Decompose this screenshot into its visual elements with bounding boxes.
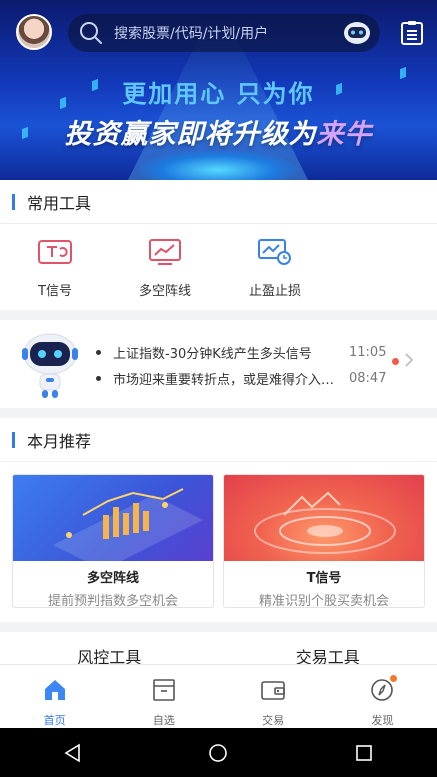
- signal-text: 市场迎来重要转折点，或是难得介入良机: [113, 372, 345, 388]
- tool-label: T信号: [38, 284, 72, 299]
- tab-discover[interactable]: 发现: [328, 665, 437, 728]
- stop-profit-loss-icon: [258, 239, 291, 265]
- target-illustration: [254, 491, 396, 554]
- tab-watchlist[interactable]: 自选: [109, 665, 218, 728]
- recommend-card[interactable]: 多空阵线 提前预判指数多空机会: [12, 474, 214, 608]
- system-navigation-bar: [0, 728, 437, 777]
- tool-label: 多空阵线: [138, 284, 191, 299]
- section-title: 常用工具: [27, 193, 92, 213]
- watchlist-icon: [153, 679, 175, 701]
- section-marker: [12, 431, 15, 448]
- robot-mascot-icon: [22, 333, 78, 398]
- notification-badge: [389, 675, 397, 682]
- card-subtitle: 精准识别个股买卖机会: [258, 594, 389, 608]
- card-title: 多空阵线: [86, 571, 139, 586]
- section-title: 本月推荐: [27, 431, 92, 451]
- home-circle-icon[interactable]: [207, 742, 229, 764]
- banner-headline: 投资赢家即将升级为来牛: [0, 112, 437, 151]
- bullet: [96, 375, 101, 381]
- signal-text: 上证指数-30分钟K线产生多头信号: [113, 346, 312, 362]
- card-illustration: [13, 475, 213, 561]
- signal-item[interactable]: 市场迎来重要转折点，或是难得介入良机 08:47: [96, 365, 396, 391]
- banner-headline-accent: 来牛: [316, 119, 373, 150]
- bottom-tab-bar: 首页 自选 交易 发现: [0, 664, 437, 728]
- bar-chart-illustration: [53, 488, 203, 561]
- unread-dot: [392, 358, 399, 365]
- signal-list: 上证指数-30分钟K线产生多头信号 11:05 市场迎来重要转折点，或是难得介入…: [96, 339, 396, 391]
- banner-slogan: 更加用心 只为你: [122, 80, 315, 108]
- task-list-icon[interactable]: [400, 20, 424, 46]
- avatar[interactable]: [16, 14, 52, 50]
- signal-time: 11:05: [349, 344, 387, 360]
- tab-trade[interactable]: 交易: [219, 665, 328, 728]
- tool-trend-line[interactable]: 多空阵线: [110, 224, 220, 310]
- signal-time: 08:47: [349, 370, 387, 386]
- banner[interactable]: 搜索股票/代码/计划/用户 更加用心 只为你 投资赢家即将升级为来牛: [0, 0, 437, 180]
- section-header: 常用工具: [0, 180, 437, 224]
- tab-label: 首页: [43, 714, 66, 727]
- signal-item[interactable]: 上证指数-30分钟K线产生多头信号 11:05: [96, 339, 396, 365]
- home-icon: [44, 680, 65, 700]
- search-icon: [80, 22, 102, 44]
- wallet-icon: [261, 681, 285, 700]
- tab-home[interactable]: 首页: [0, 665, 109, 728]
- tools-row: T信号 多空阵线 止盈止损: [0, 224, 437, 310]
- recommend-cards: 多空阵线 提前预判指数多空机会 T信号 精准识别个股买卖机会: [0, 462, 437, 608]
- robot-assistant-icon[interactable]: [342, 18, 372, 48]
- card-illustration: [224, 475, 424, 561]
- banner-headline-text: 投资赢家即将升级为: [64, 119, 317, 150]
- back-icon[interactable]: [62, 742, 84, 764]
- tool-label: 止盈止损: [248, 284, 301, 299]
- tool-t-signal[interactable]: T信号: [0, 224, 110, 310]
- recommend-card[interactable]: T信号 精准识别个股买卖机会: [223, 474, 425, 608]
- card-subtitle: 提前预判指数多空机会: [47, 594, 178, 608]
- section-header: 本月推荐: [0, 418, 437, 462]
- tools-section: 常用工具 T信号 多空阵线 止盈止损: [0, 180, 437, 310]
- t-signal-icon: [38, 240, 72, 264]
- search-bar[interactable]: 搜索股票/代码/计划/用户: [68, 14, 380, 52]
- recent-apps-icon[interactable]: [353, 742, 375, 764]
- section-marker: [12, 193, 15, 210]
- chevron-right-icon[interactable]: [404, 352, 414, 368]
- signal-feed-card[interactable]: 上证指数-30分钟K线产生多头信号 11:05 市场迎来重要转折点，或是难得介入…: [0, 320, 437, 408]
- recommend-section: 本月推荐 多空阵线 提前预判指数多空机会 T信号 精准识别个股买卖机会: [0, 418, 437, 622]
- bullet: [96, 349, 101, 355]
- tab-label: 自选: [152, 714, 175, 727]
- tab-label: 发现: [371, 714, 394, 727]
- tool-stop-loss[interactable]: 止盈止损: [220, 224, 330, 310]
- trend-chart-icon: [149, 239, 181, 265]
- card-title: T信号: [306, 571, 342, 586]
- search-placeholder: 搜索股票/代码/计划/用户: [114, 26, 269, 42]
- tab-label: 交易: [262, 714, 285, 727]
- signal-feed: 上证指数-30分钟K线产生多头信号 11:05 市场迎来重要转折点，或是难得介入…: [0, 320, 437, 410]
